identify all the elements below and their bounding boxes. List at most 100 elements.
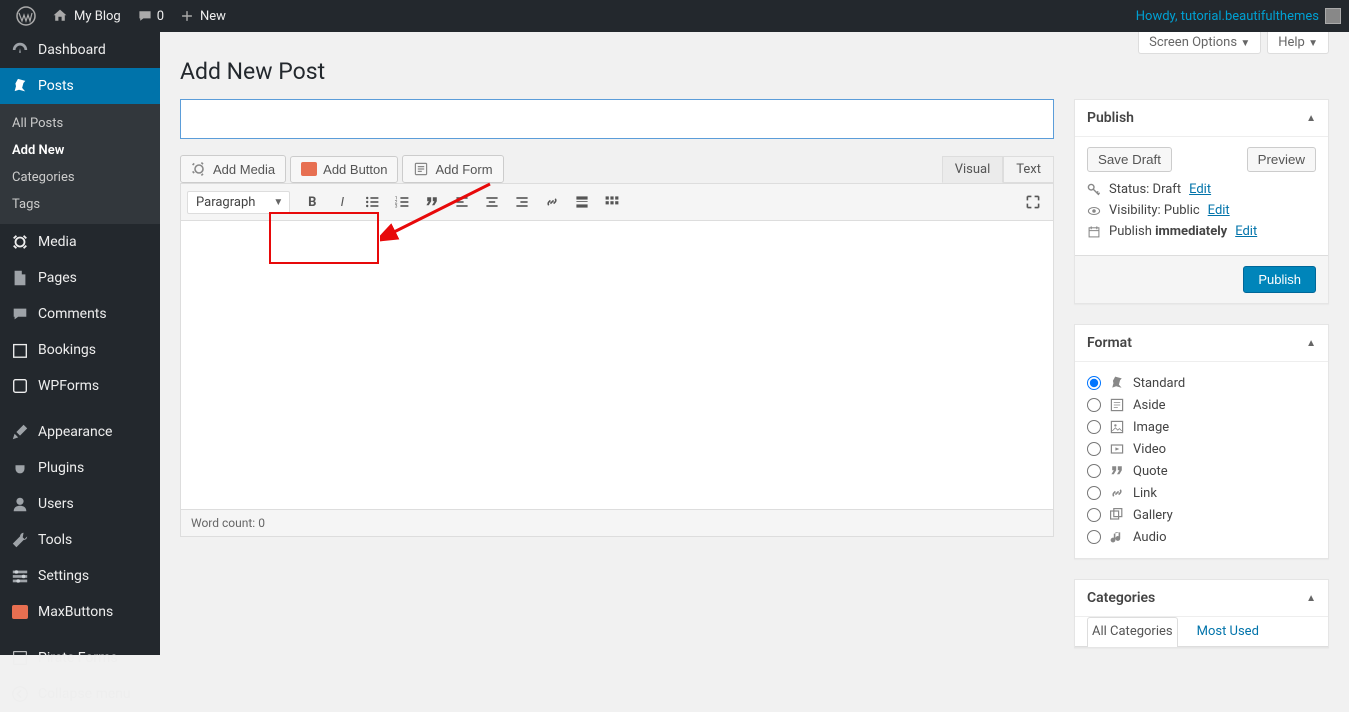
link-icon bbox=[1109, 485, 1125, 501]
categories-box: Categories▲ All Categories Most Used bbox=[1074, 579, 1329, 648]
menu-pirate-forms[interactable]: Pirate Forms bbox=[0, 640, 160, 676]
howdy[interactable]: Howdy, tutorial.beautifulthemes bbox=[1128, 8, 1349, 24]
submenu-tags[interactable]: Tags bbox=[0, 191, 160, 218]
categories-tab-all[interactable]: All Categories bbox=[1087, 617, 1178, 647]
admin-menu: Dashboard Posts All Posts Add New Catego… bbox=[0, 32, 160, 655]
format-heading[interactable]: Format▲ bbox=[1075, 325, 1328, 362]
italic-button[interactable]: I bbox=[328, 188, 356, 216]
ul-button[interactable] bbox=[358, 188, 386, 216]
menu-settings[interactable]: Settings bbox=[0, 558, 160, 594]
add-button-button[interactable]: Add Button bbox=[290, 156, 398, 183]
comment-icon bbox=[10, 304, 30, 324]
menu-wpforms[interactable]: WPForms bbox=[0, 368, 160, 404]
editor-toolbar: Paragraph▼ B I 123 bbox=[180, 183, 1054, 220]
publish-heading[interactable]: Publish▲ bbox=[1075, 100, 1328, 137]
ol-button[interactable]: 123 bbox=[388, 188, 416, 216]
settings-icon bbox=[10, 566, 30, 586]
submenu-all-posts[interactable]: All Posts bbox=[0, 110, 160, 137]
format-option-standard[interactable]: Standard bbox=[1087, 372, 1316, 394]
menu-posts[interactable]: Posts bbox=[0, 68, 160, 104]
calendar-icon bbox=[10, 340, 30, 360]
menu-tools[interactable]: Tools bbox=[0, 522, 160, 558]
align-right-button[interactable] bbox=[508, 188, 536, 216]
menu-collapse[interactable]: Collapse menu bbox=[0, 676, 160, 712]
pin-icon bbox=[10, 76, 30, 96]
comments-link[interactable]: 0 bbox=[129, 0, 172, 32]
format-option-gallery[interactable]: Gallery bbox=[1087, 504, 1316, 526]
format-option-aside[interactable]: Aside bbox=[1087, 394, 1316, 416]
format-option-image[interactable]: Image bbox=[1087, 416, 1316, 438]
fullscreen-button[interactable] bbox=[1019, 188, 1047, 216]
brush-icon bbox=[10, 422, 30, 442]
quote-button[interactable] bbox=[418, 188, 446, 216]
format-radio[interactable] bbox=[1087, 420, 1101, 434]
categories-heading[interactable]: Categories▲ bbox=[1075, 580, 1328, 617]
format-box: Format▲ StandardAsideImageVideoQuoteLink… bbox=[1074, 324, 1329, 559]
comments-count: 0 bbox=[157, 9, 164, 24]
link-button[interactable] bbox=[538, 188, 566, 216]
avatar-icon bbox=[1325, 8, 1341, 24]
form-icon bbox=[10, 376, 30, 396]
format-option-link[interactable]: Link bbox=[1087, 482, 1316, 504]
page-icon bbox=[10, 268, 30, 288]
menu-users[interactable]: Users bbox=[0, 486, 160, 522]
gallery-icon bbox=[1109, 507, 1125, 523]
format-radio[interactable] bbox=[1087, 508, 1101, 522]
quote-icon bbox=[1109, 463, 1125, 479]
toolbar-toggle-button[interactable] bbox=[598, 188, 626, 216]
editor-content[interactable] bbox=[180, 220, 1054, 510]
site-name: My Blog bbox=[74, 9, 121, 24]
format-select[interactable]: Paragraph▼ bbox=[187, 191, 290, 214]
video-icon bbox=[1109, 441, 1125, 457]
user-icon bbox=[10, 494, 30, 514]
chevron-up-icon: ▲ bbox=[1306, 593, 1316, 604]
bold-button[interactable]: B bbox=[298, 188, 326, 216]
add-form-button[interactable]: Add Form bbox=[402, 155, 503, 183]
menu-dashboard[interactable]: Dashboard bbox=[0, 32, 160, 68]
format-radio[interactable] bbox=[1087, 376, 1101, 390]
submenu-posts: All Posts Add New Categories Tags bbox=[0, 104, 160, 224]
menu-bookings[interactable]: Bookings bbox=[0, 332, 160, 368]
image-icon bbox=[1109, 419, 1125, 435]
edit-visibility-link[interactable]: Edit bbox=[1208, 203, 1230, 218]
edit-status-link[interactable]: Edit bbox=[1189, 182, 1211, 197]
menu-maxbuttons[interactable]: MaxButtons bbox=[0, 594, 160, 630]
site-link[interactable]: My Blog bbox=[44, 0, 129, 32]
align-left-button[interactable] bbox=[448, 188, 476, 216]
submenu-categories[interactable]: Categories bbox=[0, 164, 160, 191]
preview-button[interactable]: Preview bbox=[1247, 147, 1316, 172]
editor-tab-visual[interactable]: Visual bbox=[942, 156, 1004, 183]
maxbuttons-badge-icon bbox=[301, 162, 317, 176]
wp-logo[interactable] bbox=[8, 0, 44, 32]
format-option-audio[interactable]: Audio bbox=[1087, 526, 1316, 548]
align-center-button[interactable] bbox=[478, 188, 506, 216]
chevron-down-icon: ▼ bbox=[1308, 38, 1318, 49]
menu-comments[interactable]: Comments bbox=[0, 296, 160, 332]
chevron-up-icon: ▲ bbox=[1306, 113, 1316, 124]
help-tab[interactable]: Help ▼ bbox=[1267, 32, 1329, 54]
submenu-add-new[interactable]: Add New bbox=[0, 137, 160, 164]
menu-plugins[interactable]: Plugins bbox=[0, 450, 160, 486]
format-radio[interactable] bbox=[1087, 442, 1101, 456]
publish-box: Publish▲ Save Draft Preview Status: Draf… bbox=[1074, 99, 1329, 304]
new-content[interactable]: New bbox=[172, 0, 234, 32]
format-radio[interactable] bbox=[1087, 530, 1101, 544]
post-title-input[interactable] bbox=[180, 99, 1054, 139]
add-media-button[interactable]: Add Media bbox=[180, 155, 286, 183]
format-option-video[interactable]: Video bbox=[1087, 438, 1316, 460]
format-radio[interactable] bbox=[1087, 464, 1101, 478]
readmore-button[interactable] bbox=[568, 188, 596, 216]
screen-options-tab[interactable]: Screen Options ▼ bbox=[1138, 32, 1261, 54]
publish-button[interactable]: Publish bbox=[1243, 266, 1316, 293]
format-radio[interactable] bbox=[1087, 486, 1101, 500]
editor-tab-text[interactable]: Text bbox=[1003, 156, 1054, 183]
menu-appearance[interactable]: Appearance bbox=[0, 414, 160, 450]
format-radio[interactable] bbox=[1087, 398, 1101, 412]
save-draft-button[interactable]: Save Draft bbox=[1087, 147, 1172, 172]
menu-media[interactable]: Media bbox=[0, 224, 160, 260]
key-icon bbox=[1087, 183, 1101, 197]
format-option-quote[interactable]: Quote bbox=[1087, 460, 1316, 482]
edit-date-link[interactable]: Edit bbox=[1235, 224, 1257, 239]
menu-pages[interactable]: Pages bbox=[0, 260, 160, 296]
categories-tab-most-used[interactable]: Most Used bbox=[1192, 617, 1264, 647]
